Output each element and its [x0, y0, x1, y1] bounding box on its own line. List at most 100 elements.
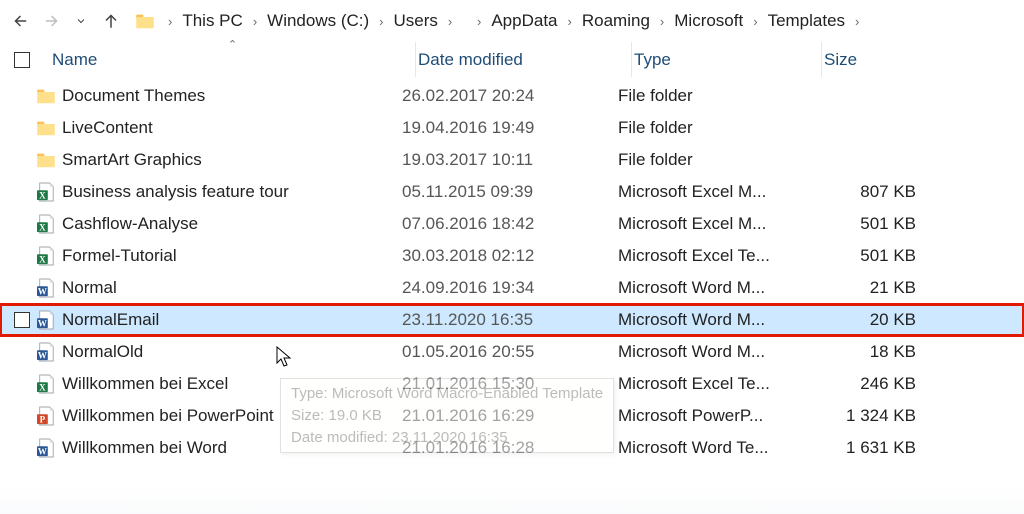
word-icon: W [36, 342, 56, 362]
bottom-fade [0, 484, 1024, 514]
breadcrumb-segment[interactable]: Users [390, 7, 442, 34]
breadcrumb-segment[interactable] [458, 7, 471, 34]
file-type: Microsoft Word M... [618, 342, 808, 362]
file-name: Willkommen bei Word [56, 438, 227, 458]
file-type: File folder [618, 86, 808, 106]
file-type: Microsoft Excel M... [618, 214, 808, 234]
excel-icon: X [36, 214, 56, 234]
ppt-icon: P [36, 406, 56, 426]
file-type: Microsoft Excel M... [618, 182, 808, 202]
file-row[interactable]: XFormel-Tutorial 30.03.2018 02:12Microsof… [0, 240, 1024, 272]
excel-icon: X [36, 374, 56, 394]
svg-text:X: X [39, 222, 46, 232]
file-row[interactable]: LiveContent 19.04.2016 19:49File folder [0, 112, 1024, 144]
file-name: Formel-Tutorial [56, 246, 177, 266]
breadcrumb-segment[interactable]: Windows (C:) [263, 7, 373, 34]
file-date: 26.02.2017 20:24 [402, 86, 618, 106]
breadcrumb-segment[interactable]: Microsoft [670, 7, 747, 34]
chevron-right-icon: › [247, 14, 263, 29]
tooltip-date: Date modified: 23.11.2020 16:35 [291, 427, 603, 449]
file-date: 01.05.2016 20:55 [402, 342, 618, 362]
chevron-right-icon: › [442, 14, 458, 29]
column-header-name[interactable]: ⌃ Name [50, 42, 416, 77]
up-button[interactable] [96, 6, 126, 36]
file-size: 501 KB [808, 246, 928, 266]
svg-text:X: X [39, 190, 46, 200]
file-date: 07.06.2016 18:42 [402, 214, 618, 234]
file-type: File folder [618, 118, 808, 138]
file-date: 05.11.2015 09:39 [402, 182, 618, 202]
svg-text:P: P [40, 414, 46, 424]
chevron-right-icon: › [373, 14, 389, 29]
tooltip-size: Size: 19.0 KB [291, 405, 603, 427]
svg-text:X: X [39, 382, 46, 392]
word-icon: W [36, 310, 56, 330]
file-row[interactable]: SmartArt Graphics19.03.2017 10:11File fo… [0, 144, 1024, 176]
mouse-cursor-icon [276, 346, 292, 368]
file-name: Cashflow-Analyse [56, 214, 198, 234]
file-row[interactable]: Document Themes 26.02.2017 20:24File fold… [0, 80, 1024, 112]
file-size: 807 KB [808, 182, 928, 202]
breadcrumb[interactable]: › This PC›Windows (C:)›Users› ›AppData›R… [134, 0, 1018, 42]
file-type: Microsoft Excel Te... [618, 246, 808, 266]
excel-icon: X [36, 182, 56, 202]
svg-text:W: W [38, 350, 47, 360]
file-size: 18 KB [808, 342, 928, 362]
tooltip-type: Type: Microsoft Word Macro-Enabled Templ… [291, 383, 603, 405]
svg-text:W: W [38, 286, 47, 296]
file-type: Microsoft Word M... [618, 278, 808, 298]
file-name: Willkommen bei Excel [56, 374, 228, 394]
file-name: NormalEmail [56, 310, 159, 330]
chevron-right-icon: › [562, 14, 578, 29]
file-date: 23.11.2020 16:35 [402, 310, 618, 330]
column-header-date[interactable]: Date modified [416, 42, 632, 77]
file-name: Normal [56, 278, 117, 298]
folder-icon [36, 86, 56, 106]
file-date: 19.03.2017 10:11 [402, 150, 618, 170]
file-row[interactable]: W NormalOld 01.05.2016 20:55Microsoft Word… [0, 336, 1024, 368]
breadcrumb-segment[interactable]: AppData [487, 7, 561, 34]
word-icon: W [36, 278, 56, 298]
chevron-right-icon: › [747, 14, 763, 29]
file-row[interactable]: X Cashflow-Analyse 07.06.2016 18:42Microso… [0, 208, 1024, 240]
file-name: Business analysis feature tour [56, 182, 289, 202]
file-date: 30.03.2018 02:12 [402, 246, 618, 266]
chevron-right-icon: › [654, 14, 670, 29]
breadcrumb-segment[interactable]: Roaming [578, 7, 654, 34]
file-type: Microsoft PowerP... [618, 406, 808, 426]
chevron-right-icon: › [162, 14, 178, 29]
file-size: 1 324 KB [808, 406, 928, 426]
select-all-checkbox[interactable] [14, 52, 30, 68]
file-size: 1 631 KB [808, 438, 928, 458]
file-row[interactable]: W NormalEmail 23.11.2020 16:35Microsoft Wo… [0, 304, 1024, 336]
column-header-row: ⌃ Name Date modified Type Size [0, 42, 1024, 78]
word-icon: W [36, 438, 56, 458]
forward-button[interactable] [36, 6, 66, 36]
file-row[interactable]: W Normal 24.09.2016 19:34Microsoft Word M.… [0, 272, 1024, 304]
column-header-type[interactable]: Type [632, 42, 822, 77]
breadcrumb-segment[interactable]: This PC [178, 7, 246, 34]
file-type: Microsoft Excel Te... [618, 374, 808, 394]
file-type: File folder [618, 150, 808, 170]
file-type: Microsoft Word M... [618, 310, 808, 330]
file-size: 246 KB [808, 374, 928, 394]
breadcrumb-segment[interactable]: Templates [764, 7, 849, 34]
back-button[interactable] [6, 6, 36, 36]
file-name: LiveContent [56, 118, 153, 138]
file-size: 21 KB [808, 278, 928, 298]
chevron-right-icon: › [471, 14, 487, 29]
file-size: 501 KB [808, 214, 928, 234]
svg-text:W: W [38, 446, 47, 456]
svg-text:W: W [38, 318, 47, 328]
excel-icon: X [36, 246, 56, 266]
row-checkbox-slot[interactable] [14, 312, 36, 328]
recent-locations-dropdown[interactable] [66, 6, 96, 36]
folder-icon [36, 118, 56, 138]
file-date: 19.04.2016 19:49 [402, 118, 618, 138]
file-name: NormalOld [56, 342, 143, 362]
column-header-size[interactable]: Size [822, 42, 942, 77]
file-name: Document Themes [56, 86, 205, 106]
file-row[interactable]: X Business analysis feature tour 05.11.201… [0, 176, 1024, 208]
file-date: 24.09.2016 19:34 [402, 278, 618, 298]
chevron-right-icon: › [849, 14, 865, 29]
